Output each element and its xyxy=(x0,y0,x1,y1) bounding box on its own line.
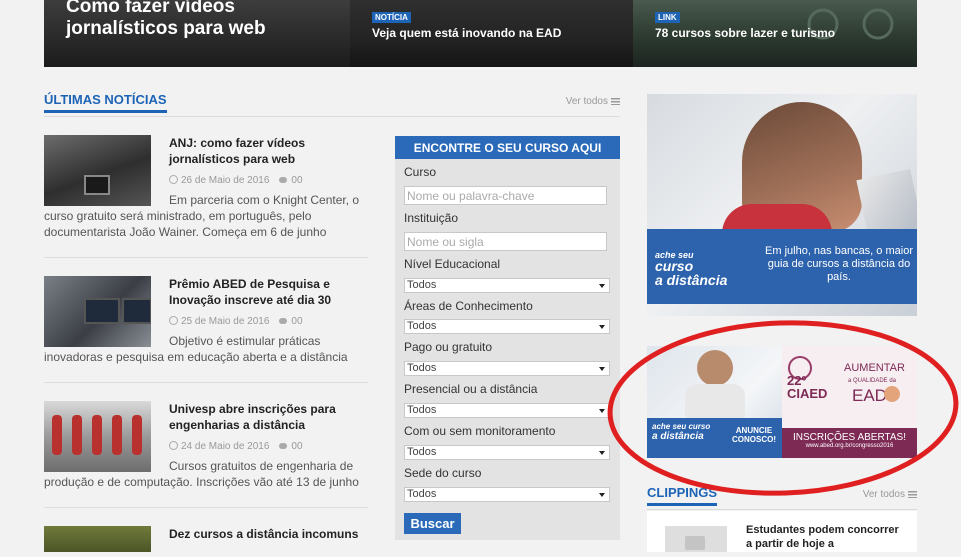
divider xyxy=(44,257,368,258)
divider xyxy=(44,507,368,508)
ad-text: Em julho, nas bancas, o maior guia de cu… xyxy=(765,245,913,283)
clipping-thumbnail xyxy=(665,526,727,552)
news-excerpt: Cursos gratuitos de engenharia de produç… xyxy=(44,459,359,489)
comment-icon xyxy=(279,177,288,183)
news-thumbnail[interactable] xyxy=(44,526,151,552)
clock-icon xyxy=(169,441,178,450)
feature-card-news[interactable]: NOTÍCIA Veja quem está inovando na EAD xyxy=(350,0,633,67)
latest-news-header: ÚLTIMAS NOTÍCIAS Ver todos xyxy=(44,92,620,117)
location-select[interactable]: Todos xyxy=(404,487,610,502)
news-meta: 26 de Maio de 2016 00 xyxy=(169,175,303,186)
institution-input[interactable] xyxy=(404,232,607,251)
news-title[interactable]: Dez cursos a distância incomuns xyxy=(169,526,369,542)
ad-logo: ache seu curso a distância xyxy=(655,250,728,288)
feature-title[interactable]: Como fazer vídeos jornalísticos para web xyxy=(66,0,326,40)
latest-news-title: ÚLTIMAS NOTÍCIAS xyxy=(44,92,167,113)
paid-label: Pago ou gratuito xyxy=(404,340,493,354)
news-title[interactable]: Univesp abre inscrições para engenharias… xyxy=(169,401,369,433)
course-search-form: ENCONTRE O SEU CURSO AQUI Curso Institui… xyxy=(395,136,620,540)
level-label: Nível Educacional xyxy=(404,257,501,271)
monitoring-select[interactable]: Todos xyxy=(404,445,610,460)
feature-card-link[interactable]: LINK 78 cursos sobre lazer e turismo xyxy=(633,0,917,67)
feature-tag: LINK xyxy=(655,12,680,23)
institution-label: Instituição xyxy=(404,211,459,225)
news-title[interactable]: Prêmio ABED de Pesquisa e Inovação inscr… xyxy=(169,276,369,308)
course-input[interactable] xyxy=(404,186,607,205)
paid-select[interactable]: Todos xyxy=(404,361,610,376)
mode-select[interactable]: Todos xyxy=(404,403,610,418)
feature-title[interactable]: 78 cursos sobre lazer e turismo xyxy=(655,26,835,40)
clock-icon xyxy=(169,316,178,325)
annotation-circle xyxy=(607,320,959,496)
news-excerpt: Objetivo é estimular práticas inovadoras… xyxy=(44,334,348,364)
chevron-down-icon xyxy=(599,284,605,288)
news-meta: 25 de Maio de 2016 00 xyxy=(169,316,303,327)
course-search-title: ENCONTRE O SEU CURSO AQUI xyxy=(395,136,620,159)
clipping-item[interactable]: Estudantes podem concorrer a partir de h… xyxy=(647,511,917,552)
areas-label: Áreas de Conhecimento xyxy=(404,299,533,313)
ad-banner-guide[interactable]: ache seu curso a distância Em julho, nas… xyxy=(647,94,917,316)
clipping-title[interactable]: Estudantes podem concorrer a partir de h… xyxy=(746,523,906,551)
feature-title[interactable]: Veja quem está inovando na EAD xyxy=(372,26,561,40)
news-meta: 24 de Maio de 2016 00 xyxy=(169,441,303,452)
comment-icon xyxy=(279,318,288,324)
feature-card-video[interactable]: Como fazer vídeos jornalísticos para web xyxy=(44,0,350,67)
search-button[interactable]: Buscar xyxy=(404,513,461,534)
monitoring-label: Com ou sem monitoramento xyxy=(404,424,556,438)
mode-label: Presencial ou a distância xyxy=(404,382,538,396)
course-label: Curso xyxy=(404,165,437,179)
image-placeholder-icon xyxy=(685,536,705,550)
location-label: Sede do curso xyxy=(404,466,482,480)
news-excerpt: Em parceria com o Knight Center, o curso… xyxy=(44,193,360,239)
comment-icon xyxy=(279,443,288,449)
level-select[interactable]: Todos xyxy=(404,278,610,293)
areas-select[interactable]: Todos xyxy=(404,319,610,334)
feature-tag: NOTÍCIA xyxy=(372,12,411,23)
list-icon xyxy=(611,98,620,105)
divider xyxy=(44,382,368,383)
clock-icon xyxy=(169,175,178,184)
see-all-link[interactable]: Ver todos xyxy=(566,96,620,107)
news-title[interactable]: ANJ: como fazer vídeos jornalísticos par… xyxy=(169,135,369,167)
